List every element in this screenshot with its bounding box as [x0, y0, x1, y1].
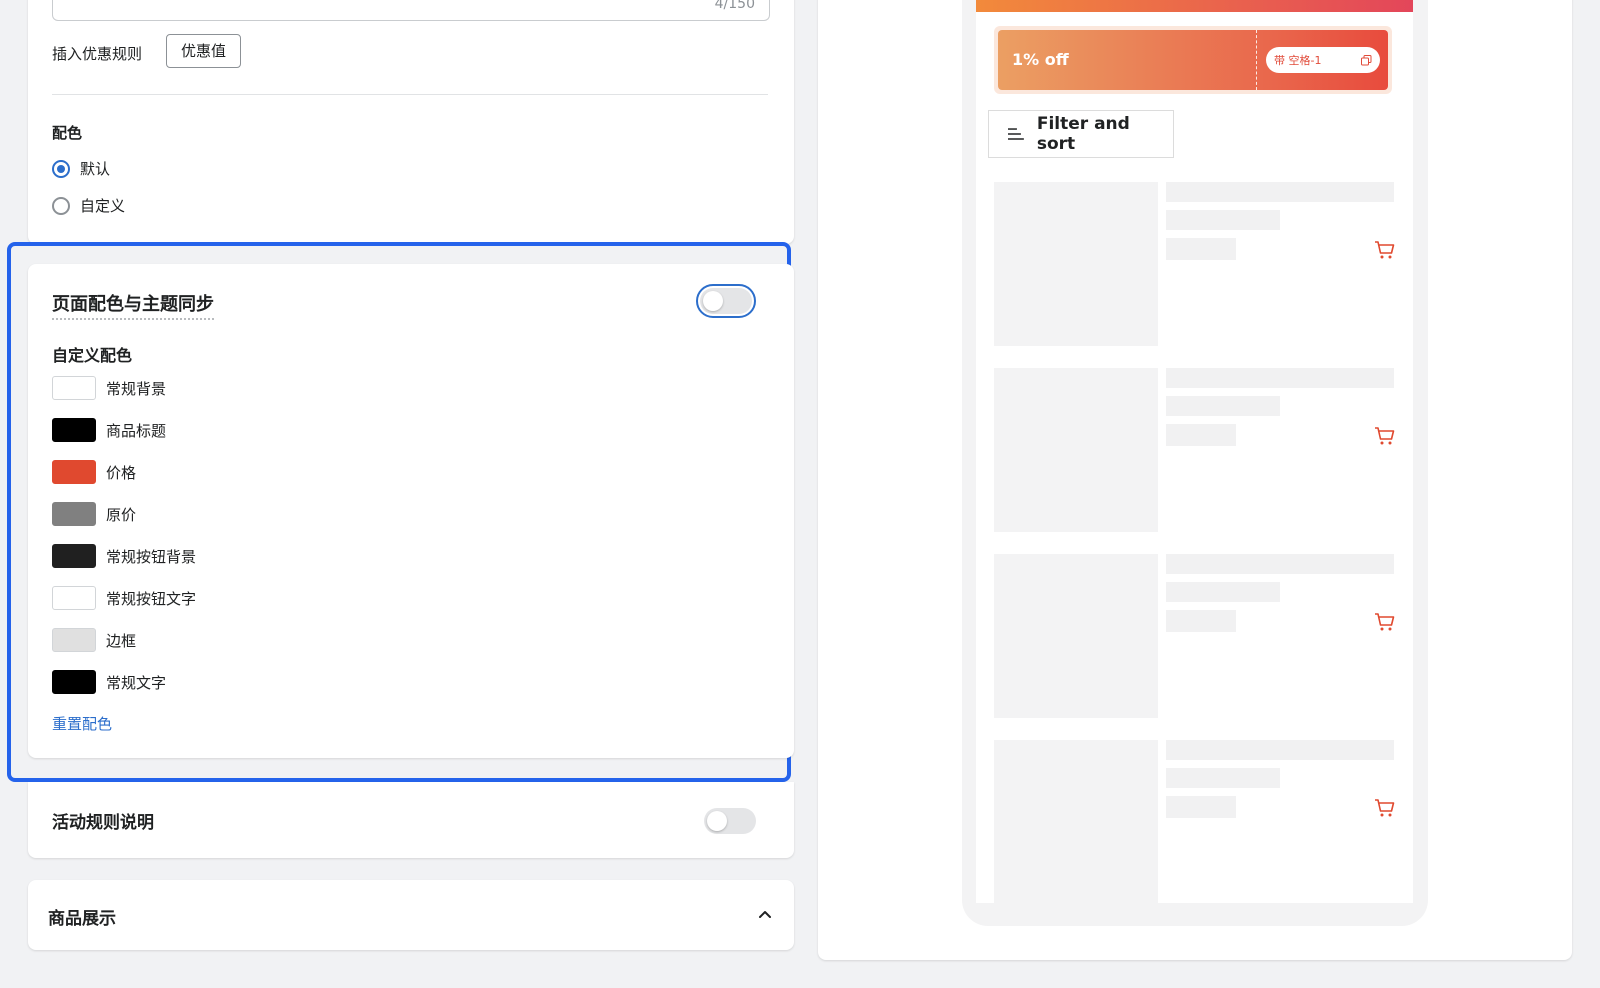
swatch-label: 价格 — [106, 463, 137, 482]
add-to-cart-icon[interactable] — [1374, 612, 1396, 632]
swatch-row-background[interactable]: 常规背景 — [52, 376, 166, 400]
color-swatch[interactable] — [52, 460, 96, 484]
swatch-row-border[interactable]: 边框 — [52, 628, 136, 652]
top-banner — [976, 0, 1413, 12]
swatch-label: 常规背景 — [106, 379, 167, 398]
radio-default-label: 默认 — [80, 160, 111, 178]
custom-colors-title: 自定义配色 — [52, 346, 133, 365]
product-text-skeleton — [1166, 368, 1394, 388]
swatch-row-product-title[interactable]: 商品标题 — [52, 418, 166, 442]
product-text-skeleton — [1166, 210, 1280, 230]
radio-custom-label: 自定义 — [80, 197, 126, 215]
color-option-default[interactable]: 默认 — [52, 158, 110, 179]
product-display-card[interactable]: 商品展示 — [28, 880, 794, 950]
chevron-up-icon[interactable] — [756, 906, 774, 924]
filter-sort-label: Filter and sort — [1036, 114, 1130, 154]
product-text-skeleton — [1166, 554, 1394, 574]
coupon-code-text: 带 空格-1 — [1274, 54, 1322, 67]
color-swatch[interactable] — [52, 376, 96, 400]
product-text-skeleton — [1166, 582, 1280, 602]
color-swatch[interactable] — [52, 418, 96, 442]
coupon-card[interactable]: 1% off 带 空格-1 — [994, 26, 1392, 94]
reset-colors-link[interactable]: 重置配色 — [52, 713, 112, 734]
product-image-placeholder[interactable] — [994, 368, 1158, 532]
product-image-placeholder[interactable] — [994, 554, 1158, 718]
toggle-knob — [707, 811, 727, 831]
sync-theme-title: 页面配色与主题同步 — [52, 290, 214, 320]
coupon-code-pill[interactable]: 带 空格-1 — [1266, 47, 1380, 73]
swatch-row-price[interactable]: 价格 — [52, 460, 136, 484]
insert-rule-label: 插入优惠规则 — [52, 45, 143, 63]
product-image-placeholder[interactable] — [994, 182, 1158, 346]
add-to-cart-icon[interactable] — [1374, 426, 1396, 446]
insert-discount-value-button[interactable]: 优惠值 — [166, 34, 242, 68]
color-option-custom[interactable]: 自定义 — [52, 195, 125, 216]
swatch-row-original-price[interactable]: 原价 — [52, 502, 136, 526]
product-text-skeleton — [1166, 768, 1280, 788]
product-text-skeleton — [1166, 396, 1280, 416]
phone-frame: 1% off 带 空格-1 Filter and sort — [962, 0, 1428, 926]
swatch-label: 常规按钮文字 — [106, 589, 197, 608]
activity-rules-card: 活动规则说明 — [28, 782, 794, 858]
page-color-card: 页面配色与主题同步 自定义配色 常规背景 商品标题 价格 原价 常规按钮背景 常… — [28, 264, 794, 758]
color-swatch[interactable] — [52, 502, 96, 526]
description-textarea[interactable]: 4/150 — [52, 0, 770, 21]
preview-panel: 1% off 带 空格-1 Filter and sort — [818, 0, 1572, 960]
phone-screen: 1% off 带 空格-1 Filter and sort — [976, 0, 1413, 903]
add-to-cart-icon[interactable] — [1374, 240, 1396, 260]
product-text-skeleton — [1166, 796, 1236, 818]
color-swatch[interactable] — [52, 670, 96, 694]
coupon-body: 1% off 带 空格-1 — [998, 30, 1388, 90]
copy-icon[interactable] — [1361, 54, 1372, 66]
swatch-label: 常规按钮背景 — [106, 547, 197, 566]
color-section-title: 配色 — [52, 124, 83, 142]
product-text-skeleton — [1166, 424, 1236, 446]
product-display-title: 商品展示 — [48, 909, 116, 929]
divider — [52, 94, 768, 95]
swatch-row-text[interactable]: 常规文字 — [52, 670, 166, 694]
product-text-skeleton — [1166, 182, 1394, 202]
sync-theme-toggle[interactable] — [696, 284, 756, 318]
swatch-label: 原价 — [106, 505, 137, 524]
product-text-skeleton — [1166, 740, 1394, 760]
product-text-skeleton — [1166, 238, 1236, 260]
appearance-settings-card: 4/150 插入优惠规则 优惠值 配色 默认 自定义 — [28, 0, 794, 244]
swatch-row-button-text[interactable]: 常规按钮文字 — [52, 586, 196, 610]
filter-icon — [1007, 128, 1024, 140]
filter-sort-button[interactable]: Filter and sort — [988, 110, 1174, 158]
activity-rules-title: 活动规则说明 — [52, 813, 154, 833]
color-swatch[interactable] — [52, 628, 96, 652]
activity-rules-toggle[interactable] — [704, 808, 756, 834]
coupon-discount-text: 1% off — [1012, 50, 1069, 69]
char-count: 4/150 — [714, 0, 755, 12]
swatch-label: 商品标题 — [106, 421, 167, 440]
color-swatch[interactable] — [52, 586, 96, 610]
swatch-label: 常规文字 — [106, 673, 167, 692]
add-to-cart-icon[interactable] — [1374, 798, 1396, 818]
coupon-divider — [1256, 30, 1257, 90]
radio-custom[interactable] — [52, 196, 70, 215]
swatch-label: 边框 — [106, 631, 137, 650]
radio-default[interactable] — [52, 159, 70, 178]
color-swatch[interactable] — [52, 544, 96, 568]
toggle-knob — [703, 291, 723, 311]
product-text-skeleton — [1166, 610, 1236, 632]
swatch-row-button-bg[interactable]: 常规按钮背景 — [52, 544, 196, 568]
product-image-placeholder[interactable] — [994, 740, 1158, 903]
